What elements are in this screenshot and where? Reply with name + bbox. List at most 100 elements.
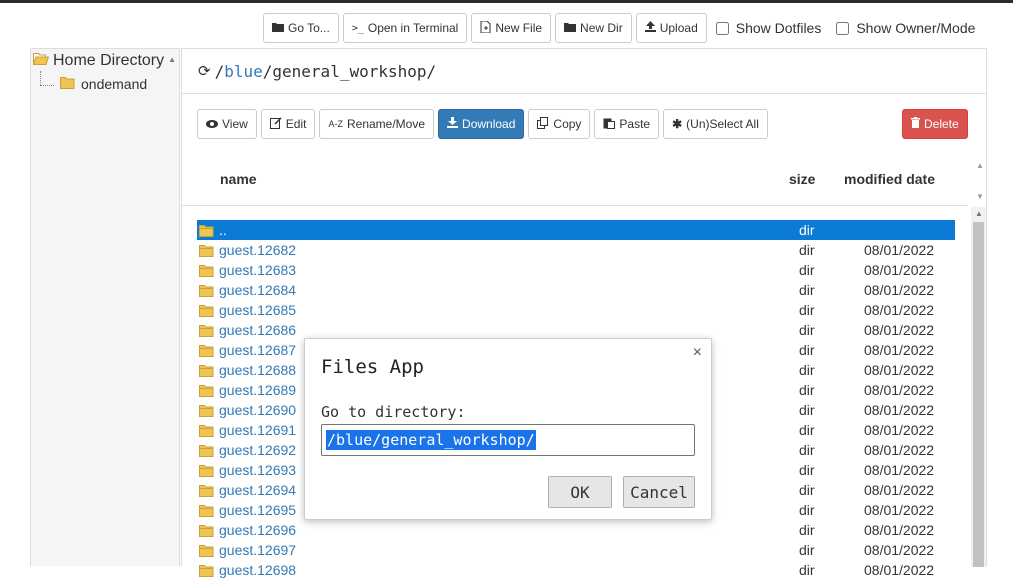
ok-button[interactable]: OK [548,476,612,508]
tree-child-label: ondemand [81,76,148,92]
file-name-link[interactable]: guest.12693 [219,462,296,478]
tree-scroll-up-icon[interactable]: ▲ [168,55,176,64]
file-name-link[interactable]: guest.12682 [219,242,296,258]
file-name-link[interactable]: guest.12698 [219,562,296,578]
file-list-scrollbar[interactable]: ▲ [971,207,986,567]
file-modified-date: 08/01/2022 [864,322,935,338]
scroll-up-icon[interactable]: ▲ [976,161,984,170]
file-size: dir [799,402,815,418]
delete-label: Delete [924,117,959,131]
show-owner-checkbox[interactable] [836,21,850,35]
column-header-size[interactable]: size [789,171,815,187]
file-name-link[interactable]: guest.12689 [219,382,296,398]
scroll-down-icon[interactable]: ▼ [976,192,984,201]
close-icon[interactable]: × [693,344,702,362]
breadcrumb-separator: / [262,61,273,81]
folder-icon [199,444,214,460]
file-modified-date: 08/01/2022 [864,302,935,318]
new-dir-button[interactable]: New Dir [555,13,632,43]
tree-item-home[interactable]: Home Directory [32,52,165,70]
column-header-name[interactable]: name [220,171,257,187]
file-name-link[interactable]: guest.12683 [219,262,296,278]
select-all-button[interactable]: ✱ (Un)Select All [663,109,768,139]
file-name-link[interactable]: guest.12691 [219,422,296,438]
file-name-link[interactable]: guest.12695 [219,502,296,518]
column-header-modified[interactable]: modified date [844,171,935,187]
copy-button[interactable]: Copy [528,109,591,139]
edit-button[interactable]: Edit [260,109,316,139]
file-modified-date: 08/01/2022 [864,562,935,578]
file-size: dir [799,342,815,358]
cancel-button[interactable]: Cancel [623,476,695,508]
directory-path-selected-text[interactable]: /blue/general_workshop/ [326,430,536,450]
table-row[interactable]: guest.12682 dir 08/01/2022 [197,240,955,260]
tree-item-ondemand[interactable]: ondemand [60,76,147,92]
file-size: dir [799,462,815,478]
file-name-link[interactable]: .. [219,222,227,238]
view-button[interactable]: View [197,109,257,139]
asterisk-icon: ✱ [672,117,683,131]
show-owner-toggle[interactable]: Show Owner/Mode [836,20,975,36]
copy-label: Copy [553,117,582,131]
table-row[interactable]: guest.12686 dir 08/01/2022 [197,320,955,340]
upload-label: Upload [659,21,698,35]
table-row[interactable]: guest.12698 dir 08/01/2022 [197,560,955,580]
file-name-link[interactable]: guest.12685 [219,302,296,318]
file-name-link[interactable]: guest.12692 [219,442,296,458]
file-size: dir [799,222,815,238]
file-name-link[interactable]: guest.12684 [219,282,296,298]
file-name-link[interactable]: guest.12697 [219,542,296,558]
paste-button[interactable]: Paste [594,109,660,139]
show-dotfiles-checkbox[interactable] [715,21,729,35]
folder-icon [199,464,214,480]
table-row[interactable]: guest.12683 dir 08/01/2022 [197,260,955,280]
delete-button[interactable]: Delete [902,109,968,139]
folder-icon [199,244,214,260]
open-terminal-label: Open in Terminal [367,21,459,35]
new-file-button[interactable]: New File [471,13,552,43]
breadcrumb-root[interactable]: / [215,62,225,81]
file-size: dir [799,322,815,338]
show-dotfiles-toggle[interactable]: Show Dotfiles [715,20,821,36]
table-row[interactable]: guest.12696 dir 08/01/2022 [197,520,955,540]
breadcrumb-trailing-slash: / [426,61,437,81]
file-name-link[interactable]: guest.12696 [219,522,296,538]
folder-icon [199,224,214,240]
file-modified-date: 08/01/2022 [864,402,935,418]
scroll-up-icon[interactable]: ▲ [975,209,983,218]
window-top-border [0,0,1013,3]
download-button[interactable]: Download [438,109,525,139]
file-name-link[interactable]: guest.12686 [219,322,296,338]
scrollbar-thumb[interactable] [973,222,984,567]
file-modified-date: 08/01/2022 [864,262,935,278]
table-row[interactable]: guest.12685 dir 08/01/2022 [197,300,955,320]
folder-icon [199,424,214,440]
rename-move-button[interactable]: A-Z Rename/Move [319,109,435,139]
table-row[interactable]: guest.12684 dir 08/01/2022 [197,280,955,300]
file-modified-date: 08/01/2022 [864,442,935,458]
header-scrollbar[interactable]: ▲ ▼ [972,157,986,205]
file-name-link[interactable]: guest.12694 [219,482,296,498]
edit-label: Edit [285,117,307,131]
file-size: dir [799,362,815,378]
directory-path-input[interactable]: /blue/general_workshop/ [321,424,695,456]
file-name-link[interactable]: guest.12687 [219,342,296,358]
goto-button[interactable]: Go To... [263,13,339,43]
file-name-link[interactable]: guest.12688 [219,362,296,378]
dialog-title: Files App [321,356,424,378]
file-size: dir [799,382,815,398]
refresh-icon[interactable]: ⟳ [198,62,211,80]
tree-connector [40,71,41,85]
table-row[interactable]: guest.12697 dir 08/01/2022 [197,540,955,560]
upload-button[interactable]: Upload [635,13,707,43]
table-row-parent-dir[interactable]: .. dir [197,220,955,240]
file-modified-date: 08/01/2022 [864,462,935,478]
open-terminal-button[interactable]: >_ Open in Terminal [342,13,468,43]
file-name-link[interactable]: guest.12690 [219,402,296,418]
breadcrumb-segment-blue[interactable]: blue [224,62,263,81]
directory-tree: Home Directory ▲ ondemand [30,48,180,566]
folder-icon [564,21,577,35]
tree-connector [40,85,54,86]
top-toolbar: Go To... >_ Open in Terminal New File Ne… [263,13,985,43]
tree-root-label: Home Directory [53,52,165,69]
